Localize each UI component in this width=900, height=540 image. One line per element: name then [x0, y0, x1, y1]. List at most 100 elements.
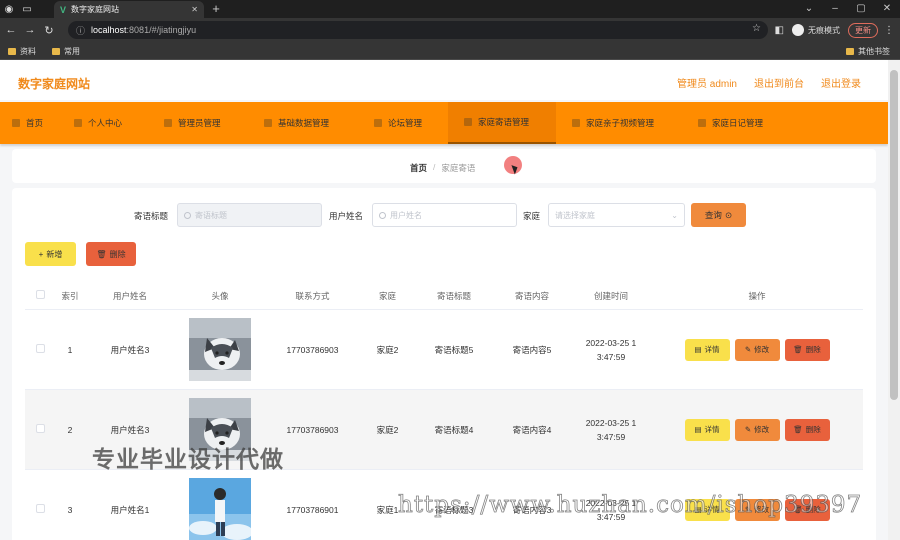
nav-item-personal[interactable]: 个人中心: [60, 102, 150, 144]
browser-tab[interactable]: V 数字家庭网站 ✕: [54, 1, 204, 18]
tab-close-icon[interactable]: ✕: [191, 5, 198, 14]
nav-item-basic-data[interactable]: 基础数据管理: [250, 102, 360, 144]
trash-icon: 🗑: [793, 345, 803, 354]
site-header: 数字家庭网站 管理员 admin 退出到前台 退出登录: [0, 60, 888, 100]
search-icon: [379, 211, 386, 219]
row-operations: ▤ 详情 ✎ 修改 🗑 删除: [651, 418, 863, 441]
time-date: 2022-03-25 1: [585, 417, 637, 428]
edit-icon: ✎: [744, 345, 752, 354]
edit-button[interactable]: ✎ 修改: [734, 418, 780, 441]
minimize-icon[interactable]: –: [822, 0, 848, 18]
family-select[interactable]: 请选择家庭 ⌄: [548, 203, 685, 227]
add-button[interactable]: + 新增: [25, 242, 76, 266]
select-all-checkbox[interactable]: [35, 290, 45, 299]
forum-icon: [374, 119, 382, 127]
row-created-time: 2022-03-25 1 3:47:59: [571, 336, 651, 364]
search-icon: [184, 211, 191, 219]
incognito-icon: [792, 24, 804, 36]
family-select-placeholder: 请选择家庭: [555, 210, 595, 220]
sidepanel-icon[interactable]: ◧: [775, 25, 784, 36]
url-input[interactable]: ⓘ localhost:8081/#/jiatingjiyu: [68, 21, 768, 39]
row-checkbox[interactable]: [35, 344, 45, 353]
edit-label: 修改: [754, 425, 770, 434]
maximize-icon[interactable]: ▢: [848, 0, 874, 18]
batch-delete-button[interactable]: 🗑 删除: [86, 242, 136, 266]
bookmark-star-icon[interactable]: ☆: [752, 23, 761, 34]
nav-item-family-diary[interactable]: 家庭日记管理: [686, 102, 796, 144]
detail-button[interactable]: ▤ 详情: [684, 338, 730, 361]
breadcrumb-separator: /: [433, 162, 436, 172]
nav-item-admin[interactable]: 管理员管理: [150, 102, 250, 144]
site-info-icon[interactable]: ⓘ: [76, 24, 85, 37]
time-clock: 3:47:59: [596, 351, 626, 362]
tab-list-icon[interactable]: ▭: [18, 0, 36, 18]
user-search-input[interactable]: 用户姓名: [372, 203, 517, 227]
title-search-input[interactable]: 寄语标题: [177, 203, 322, 227]
col-index: 索引: [61, 290, 79, 301]
detail-button[interactable]: ▤ 详情: [684, 418, 730, 441]
row-checkbox[interactable]: [35, 424, 45, 433]
nav-item-family-message[interactable]: 家庭寄语管理: [448, 102, 556, 144]
main-nav: 首页 个人中心 管理员管理 基础数据管理 论坛管理 家庭寄语管理 家庭亲子视频管…: [0, 102, 888, 144]
delete-button[interactable]: 🗑 删除: [784, 338, 830, 361]
trash-icon: 🗑: [96, 249, 107, 259]
bookmark-folder-other[interactable]: 其他书签: [846, 46, 890, 57]
more-menu-icon[interactable]: ⋮: [884, 25, 894, 36]
user-search-placeholder: 用户姓名: [390, 210, 422, 220]
title-search-label: 寄语标题: [134, 211, 169, 221]
search-form: 寄语标题 寄语标题 用户姓名 用户姓名 家庭 请选择家庭 ⌄ 查询 ⊙: [12, 202, 876, 228]
close-window-icon[interactable]: ✕: [874, 0, 900, 18]
col-family: 家庭: [378, 290, 396, 301]
url-host: localhost: [91, 25, 127, 35]
detail-icon: ▤: [694, 425, 702, 434]
exit-to-front-link[interactable]: 退出到前台: [754, 75, 804, 90]
detail-label: 详情: [704, 345, 720, 354]
bookmark-folder-ziliao[interactable]: 资料: [8, 46, 36, 57]
forward-icon[interactable]: →: [22, 24, 38, 36]
folder-icon: [8, 48, 16, 55]
query-button[interactable]: 查询 ⊙: [691, 203, 746, 227]
reload-icon[interactable]: ↻: [41, 24, 57, 37]
watermark-text: 专业毕业设计代做: [92, 446, 284, 472]
add-label: 新增: [46, 249, 63, 259]
bookmark-label: 常用: [64, 47, 80, 56]
incognito-label: 无痕模式: [808, 25, 840, 35]
table-row: 1 用户姓名3 17703786903 家庭2 寄语标题5 寄语内容5 2022…: [25, 310, 863, 390]
edit-button[interactable]: ✎ 修改: [734, 338, 780, 361]
back-icon[interactable]: ←: [3, 24, 19, 36]
logout-link[interactable]: 退出登录: [821, 75, 861, 90]
vue-logo-icon: V: [60, 4, 67, 15]
nav-item-family-video[interactable]: 家庭亲子视频管理: [556, 102, 686, 144]
avatar-husky-image: [189, 318, 251, 381]
breadcrumb-home[interactable]: 首页: [410, 162, 427, 174]
bookmark-folder-changyong[interactable]: 常用: [52, 46, 80, 57]
col-avatar: 头像: [211, 290, 229, 301]
user-search-label: 用户姓名: [329, 211, 364, 221]
col-phone: 联系方式: [295, 290, 330, 301]
delete-label: 删除: [805, 345, 821, 354]
row-family: 家庭2: [376, 424, 399, 435]
bookmark-label: 其他书签: [858, 47, 890, 56]
admin-icon: [164, 119, 172, 127]
row-checkbox[interactable]: [35, 504, 45, 513]
update-button[interactable]: 更新: [848, 22, 878, 38]
nav-label: 管理员管理: [178, 118, 221, 128]
row-index: 2: [67, 424, 73, 435]
incognito-indicator[interactable]: 无痕模式: [792, 24, 840, 36]
edit-label: 修改: [754, 345, 770, 354]
breadcrumb-current: 家庭寄语: [441, 163, 476, 173]
nav-item-home[interactable]: 首页: [0, 102, 60, 144]
row-title: 寄语标题5: [434, 344, 474, 355]
admin-user-link[interactable]: 管理员 admin: [677, 75, 737, 90]
delete-button[interactable]: 🗑 删除: [784, 418, 830, 441]
breadcrumb-bar: 首页 / 家庭寄语: [12, 149, 876, 183]
chevron-down-icon[interactable]: ⌄: [796, 0, 822, 18]
scrollbar-thumb[interactable]: [890, 70, 898, 400]
video-icon: [572, 119, 580, 127]
page-scrollbar[interactable]: [888, 60, 900, 540]
nav-item-forum[interactable]: 论坛管理: [360, 102, 448, 144]
new-tab-icon[interactable]: +: [208, 1, 224, 16]
chevron-down-icon: ⌄: [671, 210, 678, 220]
browser-menu-icon[interactable]: ◉: [0, 0, 18, 18]
breadcrumb: 首页 / 家庭寄语: [410, 162, 475, 174]
